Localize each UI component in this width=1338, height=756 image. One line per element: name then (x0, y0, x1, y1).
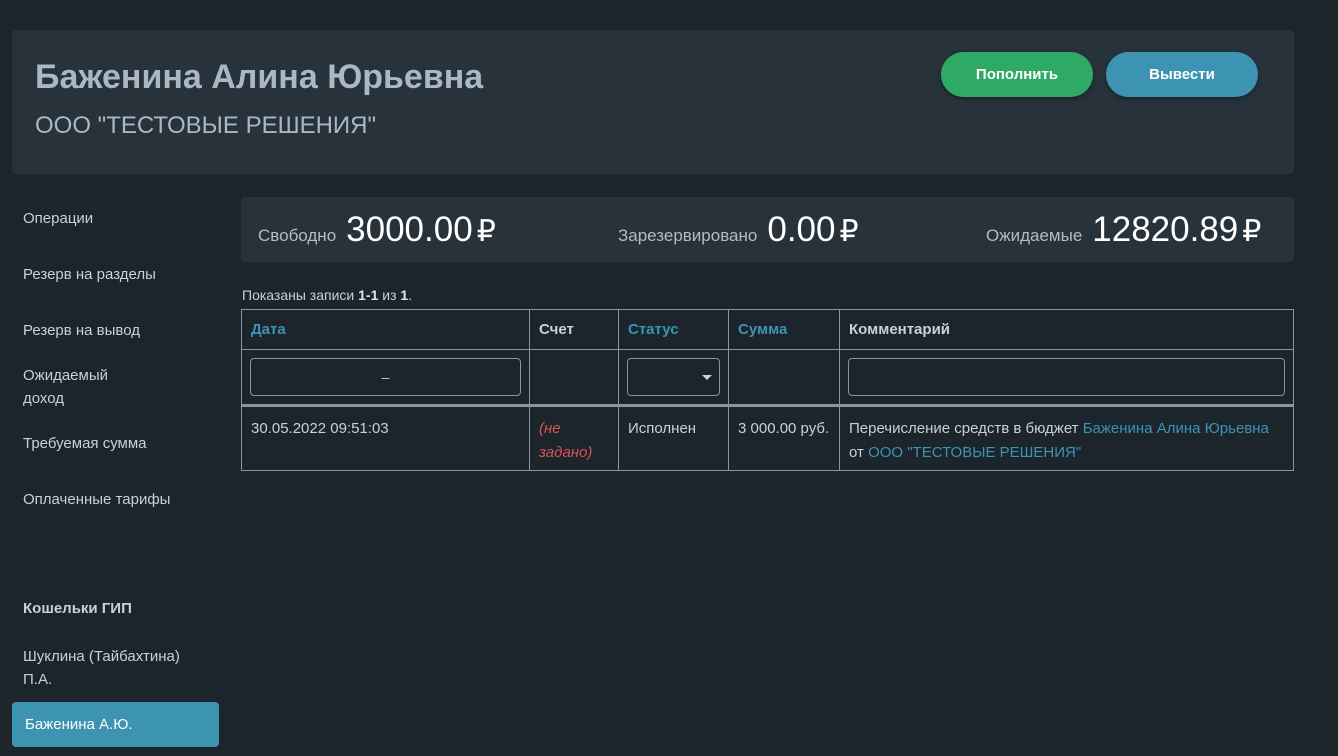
records-summary: Показаны записи 1-1 из 1. (242, 287, 413, 303)
column-date[interactable]: Дата (241, 309, 530, 350)
currency-icon: ₽ (476, 215, 496, 248)
sidebar-item-paid-tariffs[interactable]: Оплаченные тарифы (23, 488, 170, 511)
balance-reserved-value: 0.00 (767, 210, 836, 249)
sidebar-item-section-reserve[interactable]: Резерв на разделы (23, 263, 156, 286)
comment-filter-input[interactable] (848, 358, 1285, 396)
sidebar-item-expected-income[interactable]: Ожидаемый доход (23, 364, 133, 410)
topup-button[interactable]: Пополнить (941, 52, 1093, 97)
profile-header: Баженина Алина Юрьевна ООО "ТЕСТОВЫЕ РЕШ… (12, 30, 1294, 174)
cell-status: Исполнен (618, 405, 729, 471)
caret-down-icon (702, 375, 712, 380)
column-comment: Комментарий (839, 309, 1294, 350)
sidebar-wallet-item-active[interactable]: Баженина А.Ю. (12, 702, 219, 747)
comment-user-link[interactable]: Баженина Алина Юрьевна (1083, 420, 1269, 437)
cell-comment: Перечисление средств в бюджет Баженина А… (839, 405, 1294, 471)
balance-expected-value: 12820.89 (1092, 210, 1239, 249)
status-filter-select[interactable] (627, 358, 720, 396)
balance-reserved: Зарезервировано 0.00 ₽ (618, 210, 859, 250)
date-range-filter[interactable]: – (250, 358, 521, 396)
wallets-heading: Кошельки ГИП (23, 600, 132, 617)
sidebar-item-required-amount[interactable]: Требуемая сумма (23, 432, 147, 455)
table-header-row: Дата Счет Статус Сумма Комментарий (241, 309, 1294, 350)
balance-reserved-label: Зарезервировано (618, 226, 758, 245)
sidebar-item-withdraw-reserve[interactable]: Резерв на вывод (23, 319, 140, 342)
balance-free: Свободно 3000.00 ₽ (258, 210, 496, 250)
withdraw-button[interactable]: Вывести (1106, 52, 1258, 97)
sidebar: Операции Резерв на разделы Резерв на выв… (0, 174, 230, 756)
cell-account: (не задано) (529, 405, 619, 471)
comment-company-link[interactable]: ООО "ТЕСТОВЫЕ РЕШЕНИЯ" (868, 444, 1081, 461)
currency-icon: ₽ (1242, 215, 1262, 248)
company-name: ООО "ТЕСТОВЫЕ РЕШЕНИЯ" (35, 112, 377, 139)
table-filter-row: – (241, 349, 1294, 406)
balance-free-label: Свободно (258, 226, 337, 245)
sidebar-wallet-item[interactable]: Шуклина (Тайбахтина) П.А. (23, 645, 203, 691)
table-row: 30.05.2022 09:51:03 (не задано) Исполнен… (241, 405, 1294, 471)
balance-panel: Свободно 3000.00 ₽ Зарезервировано 0.00 … (241, 197, 1294, 262)
cell-date: 30.05.2022 09:51:03 (241, 405, 530, 471)
column-account: Счет (529, 309, 619, 350)
sidebar-item-operations[interactable]: Операции (23, 207, 93, 230)
page-title: Баженина Алина Юрьевна (35, 58, 484, 96)
column-amount[interactable]: Сумма (728, 309, 840, 350)
cell-amount: 3 000.00 руб. (728, 405, 840, 471)
column-status[interactable]: Статус (618, 309, 729, 350)
operations-table: Дата Счет Статус Сумма Комментарий – 30.… (241, 309, 1294, 471)
balance-free-value: 3000.00 (346, 210, 473, 249)
balance-expected: Ожидаемые 12820.89 ₽ (986, 210, 1261, 250)
balance-expected-label: Ожидаемые (986, 226, 1083, 245)
not-set-label: (не задано) (539, 420, 593, 461)
currency-icon: ₽ (839, 215, 859, 248)
